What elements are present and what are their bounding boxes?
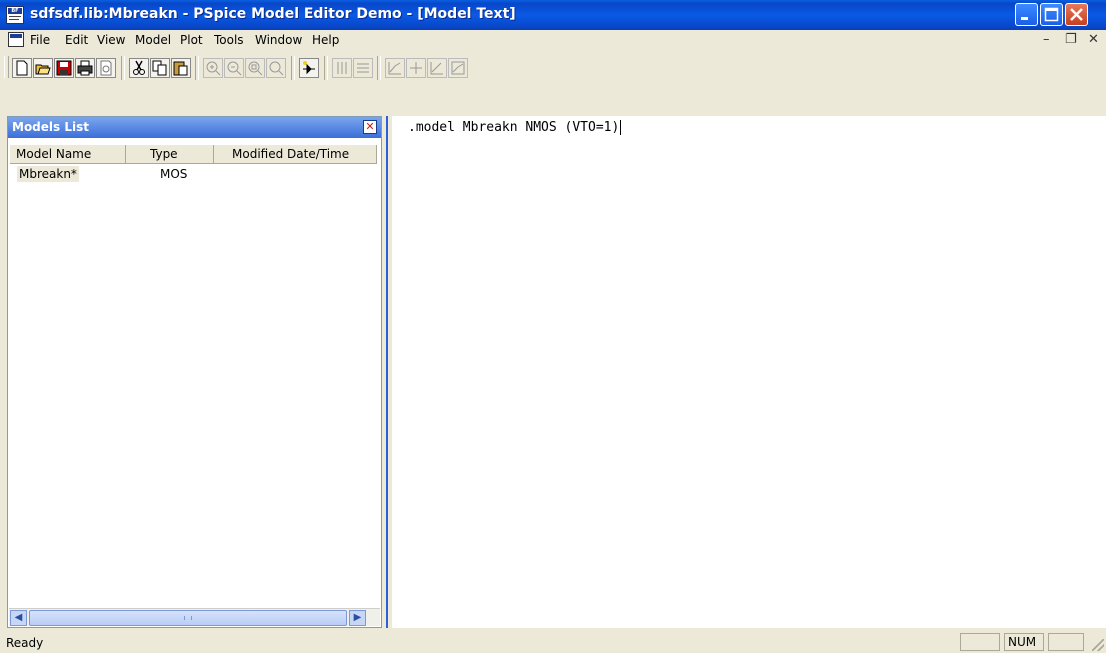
minimize-icon	[1021, 17, 1028, 20]
resize-grip-icon[interactable]	[1092, 639, 1104, 651]
menu-bar: File Edit View Model Plot Tools Window H…	[0, 30, 1106, 50]
models-list-panel: Models List ✕ Model Name Type Modified D…	[7, 116, 382, 628]
tile-vertical-icon	[337, 62, 347, 74]
open-button[interactable]	[33, 58, 53, 78]
print-button[interactable]	[75, 58, 95, 78]
plot-params-icon	[451, 61, 465, 75]
save-button[interactable]	[54, 58, 74, 78]
tile-horizontal-button[interactable]	[353, 58, 373, 78]
print-preview-button[interactable]	[96, 58, 116, 78]
toolbar-separator	[324, 56, 328, 80]
maximize-button[interactable]	[1040, 3, 1063, 26]
scroll-thumb[interactable]	[29, 610, 347, 626]
toolbar-separator	[377, 56, 381, 80]
zoom-in-button[interactable]	[203, 58, 223, 78]
document-icon[interactable]	[8, 32, 24, 47]
zoom-out-button[interactable]	[224, 58, 244, 78]
copy-button[interactable]	[150, 58, 170, 78]
menu-model[interactable]: Model	[135, 33, 171, 47]
status-num: NUM	[1004, 633, 1044, 651]
extract-model-icon	[303, 61, 315, 75]
menu-window[interactable]: Window	[255, 33, 302, 47]
title-bar: BF sdfsdf.lib:Mbreakn - PSpice Model Edi…	[0, 0, 1106, 30]
status-text: Ready	[6, 636, 44, 650]
cut-button[interactable]	[129, 58, 149, 78]
paste-icon	[173, 61, 188, 76]
models-list-title: Models List	[8, 117, 381, 138]
zoom-fit-icon	[248, 61, 263, 76]
print-icon	[77, 60, 93, 76]
maximize-icon	[1044, 7, 1059, 22]
menu-tools[interactable]: Tools	[214, 33, 244, 47]
table-row[interactable]: Mbreakn* MOS	[10, 165, 376, 183]
mdi-minimize-icon[interactable]: –	[1043, 32, 1050, 47]
column-model-name[interactable]: Model Name	[10, 145, 126, 164]
column-modified[interactable]: Modified Date/Time	[214, 145, 377, 164]
model-type-cell: MOS	[160, 167, 188, 181]
minimize-button[interactable]	[1015, 3, 1038, 26]
plot-icon	[388, 62, 401, 75]
model-name-cell: Mbreakn*	[17, 166, 79, 182]
splitter-line	[386, 116, 388, 628]
text-caret	[620, 120, 622, 135]
status-panel-blank	[960, 633, 1000, 651]
crosshair-icon	[410, 62, 422, 74]
zoom-out-icon	[227, 61, 242, 76]
model-text-editor[interactable]: .model Mbreakn NMOS (VTO=1)	[392, 116, 1106, 628]
paste-button[interactable]	[171, 58, 191, 78]
plot-button[interactable]	[385, 58, 405, 78]
copy-icon	[152, 60, 167, 76]
add-point-button[interactable]	[427, 58, 447, 78]
scroll-right-icon[interactable]: ▶	[349, 610, 366, 626]
tile-vertical-button[interactable]	[332, 58, 352, 78]
mdi-restore-icon[interactable]: ❐	[1065, 32, 1077, 47]
zoom-area-icon	[269, 61, 284, 76]
app-icon[interactable]: BF	[6, 6, 24, 24]
column-type[interactable]: Type	[126, 145, 214, 164]
tile-horizontal-icon	[357, 63, 369, 73]
zoom-fit-button[interactable]	[245, 58, 265, 78]
open-icon	[35, 64, 51, 75]
models-list-title-text: Models List	[12, 120, 89, 134]
plot-params-button[interactable]	[448, 58, 468, 78]
toolbar	[0, 52, 1106, 116]
toolbar-separator	[291, 56, 295, 80]
new-button[interactable]	[12, 58, 32, 78]
zoom-in-icon	[206, 61, 221, 76]
toolbar-separator	[121, 56, 125, 80]
new-icon	[16, 60, 28, 76]
status-panel-blank-2	[1048, 633, 1084, 651]
menu-help[interactable]: Help	[312, 33, 339, 47]
status-bar: Ready NUM	[0, 628, 1106, 653]
close-button[interactable]	[1065, 3, 1088, 26]
menu-edit[interactable]: Edit	[65, 33, 88, 47]
menu-plot[interactable]: Plot	[180, 33, 203, 47]
menu-file[interactable]: File	[30, 33, 50, 47]
editor-text-line: .model Mbreakn NMOS (VTO=1)	[408, 120, 620, 135]
scroll-left-icon[interactable]: ◀	[10, 610, 27, 626]
toolbar-grip[interactable]	[4, 56, 9, 78]
close-icon	[1070, 8, 1083, 21]
print-preview-icon	[100, 60, 112, 76]
editor-content[interactable]: .model Mbreakn NMOS (VTO=1)	[408, 120, 622, 135]
crosshair-button[interactable]	[406, 58, 426, 78]
mdi-close-icon[interactable]: ✕	[1088, 32, 1099, 47]
horizontal-scrollbar[interactable]: ◀ ▶	[9, 608, 380, 626]
add-point-icon	[430, 62, 443, 75]
menu-view[interactable]: View	[97, 33, 125, 47]
save-icon	[56, 60, 72, 76]
zoom-area-button[interactable]	[266, 58, 286, 78]
extract-model-button[interactable]	[299, 58, 319, 78]
panel-close-icon[interactable]: ✕	[363, 120, 377, 134]
toolbar-separator	[195, 56, 199, 80]
window-title: sdfsdf.lib:Mbreakn - PSpice Model Editor…	[30, 6, 516, 22]
cut-icon	[133, 60, 145, 75]
